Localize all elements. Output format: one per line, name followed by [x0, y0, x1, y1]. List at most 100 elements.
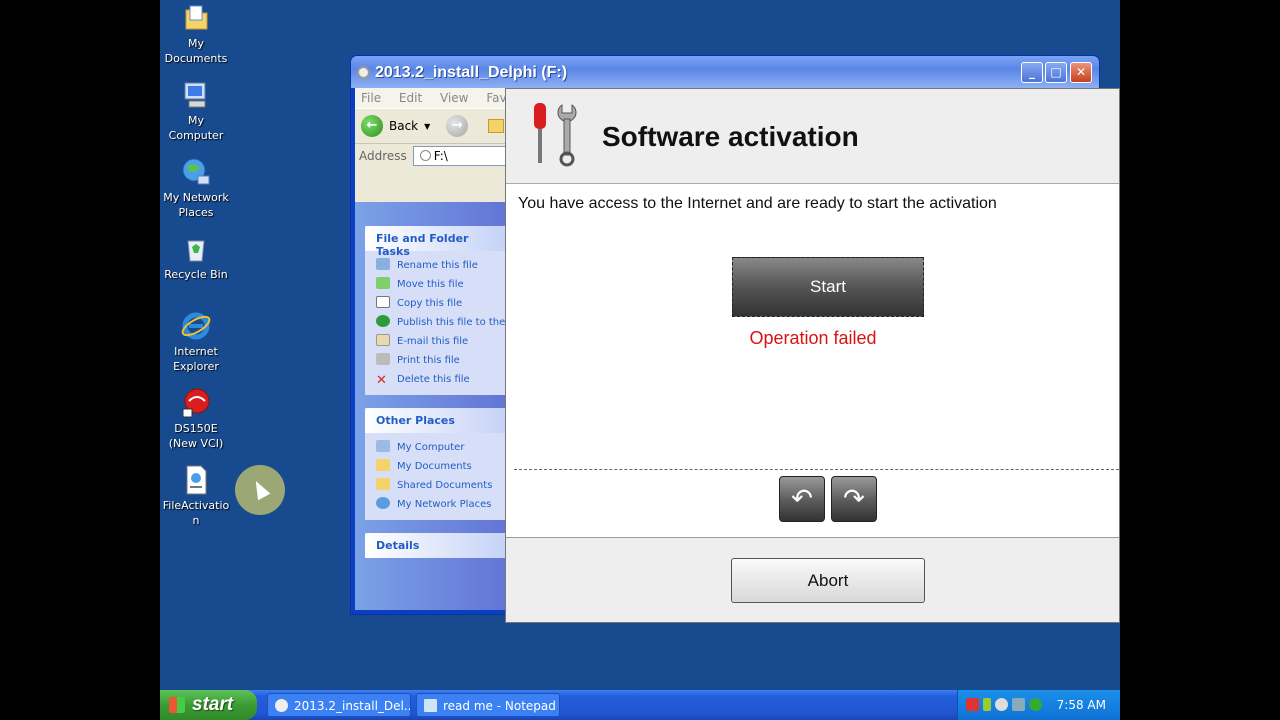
forward-arrow-icon: ↷	[843, 483, 865, 513]
dialog-header: Software activation	[506, 89, 1119, 184]
desktop-icon-label: Computer	[168, 129, 224, 142]
taskbar-item-label: read me - Notepad	[443, 699, 556, 713]
back-button-label[interactable]: Back	[389, 119, 418, 133]
desktop-icon-ds150e[interactable]: DS150E (New VCI)	[160, 387, 234, 451]
other-places-heading[interactable]: Other Places	[365, 408, 505, 433]
tray-icons	[966, 698, 1042, 711]
place-my-computer[interactable]: My Computer	[376, 438, 505, 457]
folder-up-icon[interactable]	[488, 119, 505, 133]
task-label: Copy this file	[397, 298, 463, 309]
move-icon	[376, 277, 390, 289]
ds150e-icon	[182, 388, 210, 418]
back-arrow-icon[interactable]: ←	[361, 115, 383, 137]
tray-app-icon[interactable]	[966, 698, 979, 711]
taskbar-item-notepad[interactable]: read me - Notepad	[416, 693, 560, 717]
place-network[interactable]: My Network Places	[376, 495, 505, 514]
copy-icon	[376, 296, 390, 308]
abort-button[interactable]: Abort	[731, 558, 925, 603]
desktop-icon-label: (New VCI)	[168, 437, 224, 450]
forward-arrow-icon[interactable]: →	[446, 115, 469, 137]
desktop-icon-my-network-places[interactable]: My Network Places	[160, 156, 234, 220]
file-folder-tasks-heading[interactable]: File and Folder Tasks	[365, 226, 505, 258]
menu-file[interactable]: File	[361, 91, 381, 105]
task-copy[interactable]: Copy this file	[376, 294, 505, 313]
cd-drive-icon	[419, 150, 431, 161]
start-button[interactable]: Start	[732, 257, 924, 317]
place-label: My Documents	[397, 461, 472, 472]
tray-security-icon[interactable]	[1029, 698, 1042, 711]
file-folder-tasks-panel: File and Folder Tasks Rename this file M…	[365, 226, 505, 395]
task-label: E-mail this file	[397, 336, 469, 347]
start-menu-button[interactable]: start	[160, 690, 257, 720]
cd-drive-icon	[357, 66, 370, 79]
explorer-titlebar[interactable]: 2013.2_install_Delphi (F:) _ □ ✕	[351, 56, 1099, 88]
place-label: My Network Places	[397, 499, 492, 510]
desktop-icon-label: Explorer	[173, 360, 219, 373]
desktop-icon-label: Documents	[164, 52, 228, 65]
network-places-icon	[376, 497, 390, 509]
place-my-documents[interactable]: My Documents	[376, 457, 505, 476]
my-documents-icon	[185, 5, 208, 30]
details-panel: Details	[365, 533, 505, 558]
task-label: Print this file	[397, 355, 460, 366]
tools-icon	[534, 103, 577, 167]
maximize-button[interactable]: □	[1045, 62, 1067, 83]
back-nav-button[interactable]: ↶	[779, 476, 825, 522]
tray-network-icon[interactable]	[995, 698, 1008, 711]
chevron-down-icon[interactable]: ▼	[424, 122, 430, 131]
task-publish[interactable]: Publish this file to the W	[376, 313, 505, 332]
software-activation-dialog: Software activation You have access to t…	[505, 88, 1120, 623]
task-move[interactable]: Move this file	[376, 275, 505, 294]
place-label: Shared Documents	[397, 480, 493, 491]
other-places-panel: Other Places My Computer My Documents Sh…	[365, 408, 505, 520]
taskbar-item-label: 2013.2_install_Del...	[294, 699, 411, 713]
place-shared-documents[interactable]: Shared Documents	[376, 476, 505, 495]
desktop-icon-label: Internet	[174, 345, 218, 358]
tray-battery-icon[interactable]	[983, 698, 991, 711]
close-button[interactable]: ✕	[1070, 62, 1092, 83]
start-label: start	[192, 694, 234, 715]
my-computer-icon	[184, 82, 206, 108]
task-label: Move this file	[397, 279, 464, 290]
activation-message: You have access to the Internet and are …	[518, 195, 997, 212]
network-places-icon	[182, 158, 210, 185]
recycle-bin-icon	[187, 240, 205, 262]
minimize-button[interactable]: _	[1021, 62, 1043, 83]
menu-edit[interactable]: Edit	[399, 91, 422, 105]
taskbar-item-explorer[interactable]: 2013.2_install_Del...	[267, 693, 411, 717]
menu-view[interactable]: View	[440, 91, 468, 105]
windows-logo-icon	[169, 697, 185, 713]
forward-nav-button[interactable]: ↷	[831, 476, 877, 522]
clock: 7:58 AM	[1056, 698, 1106, 712]
desktop-icon-recycle-bin[interactable]: Recycle Bin	[160, 233, 234, 282]
task-delete[interactable]: ✕ Delete this file	[376, 370, 505, 389]
place-label: My Computer	[397, 442, 465, 453]
internet-explorer-icon	[181, 312, 211, 340]
desktop: My Documents My Computer My Network Plac…	[160, 0, 1120, 720]
details-heading[interactable]: Details	[365, 533, 505, 558]
explorer-title: 2013.2_install_Delphi (F:)	[375, 64, 568, 81]
desktop-icon-label: Places	[178, 206, 214, 219]
desktop-icon-my-computer[interactable]: My Computer	[160, 79, 234, 143]
email-icon	[376, 334, 390, 346]
desktop-icon-file-activation[interactable]: FileActivatio n	[160, 464, 234, 528]
folder-icon	[376, 478, 390, 490]
desktop-icon-label: DS150E	[174, 422, 218, 435]
divider	[514, 469, 1119, 470]
address-value: F:\	[433, 149, 448, 163]
desktop-icon-my-documents[interactable]: My Documents	[160, 2, 234, 66]
desktop-icon-label: Recycle Bin	[164, 268, 228, 281]
desktop-icon-internet-explorer[interactable]: Internet Explorer	[160, 310, 234, 374]
taskbar: start 2013.2_install_Del... read me - No…	[160, 690, 1120, 720]
task-email[interactable]: E-mail this file	[376, 332, 505, 351]
status-message: Operation failed	[749, 328, 877, 348]
rename-icon	[376, 258, 390, 270]
address-field[interactable]: F:\	[412, 146, 509, 166]
task-rename[interactable]: Rename this file	[376, 256, 505, 275]
task-print[interactable]: Print this file	[376, 351, 505, 370]
printer-icon	[376, 353, 390, 365]
tray-monitor-icon[interactable]	[1012, 698, 1025, 711]
my-documents-icon	[376, 459, 390, 471]
task-label: Publish this file to the W	[397, 317, 505, 328]
desktop-icon-label: My Network	[163, 191, 229, 204]
